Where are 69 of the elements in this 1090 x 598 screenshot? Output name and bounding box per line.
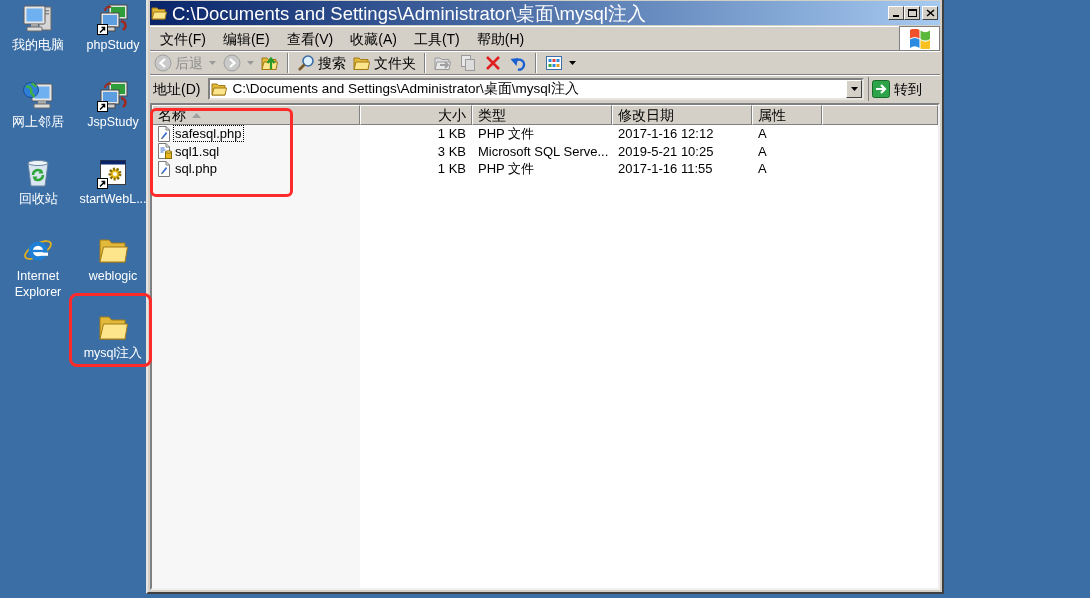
desktop-icon-label[interactable]: JspStudy [87, 114, 139, 130]
folder-icon [151, 5, 167, 21]
document-icon [156, 125, 172, 142]
caret-icon [850, 87, 858, 91]
folder-icon [211, 81, 228, 97]
table-cell-text: 2017-1-16 11:55 [617, 160, 714, 178]
menu-item[interactable]: 编辑(E) [216, 28, 276, 49]
file-name[interactable]: safesql.php [173, 125, 244, 143]
menu-item[interactable]: 收藏(A) [344, 28, 403, 49]
arrow-right-icon [872, 80, 891, 98]
file-name[interactable]: sql.php [173, 160, 219, 178]
globe-monitor-icon[interactable] [22, 80, 54, 112]
menu-item[interactable]: 文件(F) [154, 28, 212, 49]
search-button[interactable]: 搜索 [295, 52, 348, 74]
column-header[interactable]: 大小 [360, 105, 472, 125]
table-cell-text: PHP 文件 [477, 160, 536, 178]
pages-icon [459, 54, 477, 72]
desktop-icon-label[interactable]: 网上邻居 [12, 114, 64, 130]
desktop-icon-label[interactable]: 回收站 [18, 191, 58, 207]
folder-up-arrow-icon [261, 54, 279, 72]
file-name[interactable]: sql1.sql [173, 142, 222, 160]
menu-item[interactable]: 工具(T) [407, 28, 466, 49]
table-cell-text: 1 KB [436, 160, 467, 178]
close-button[interactable] [922, 6, 938, 20]
desktop-icon-label[interactable]: Internet Explorer [1, 268, 75, 300]
table-cell-text: Microsoft SQL Serve... [477, 142, 610, 160]
desktop-icon-label[interactable]: weblogic [88, 268, 138, 284]
close-icon [925, 9, 935, 17]
table-cell-text: A [757, 125, 768, 143]
folder-icon [353, 54, 371, 72]
monitors-icon[interactable] [97, 80, 129, 112]
document-icon [156, 160, 172, 177]
column-header[interactable]: 修改日期 [612, 105, 752, 125]
menu-item[interactable]: 查看(V) [280, 28, 340, 49]
column-header[interactable]: 属性 [752, 105, 822, 125]
table-cell-text: 1 KB [436, 125, 467, 143]
table-cell-text: 3 KB [436, 142, 467, 160]
delete-icon [484, 54, 502, 72]
window-title: C:\Documents and Settings\Administrator\桌面\mysql注入 [172, 2, 646, 24]
go-button[interactable]: 转到 [868, 77, 926, 101]
desktop-icon-label[interactable]: mysql注入 [83, 345, 143, 361]
minimize-button[interactable] [888, 6, 904, 20]
search-icon [297, 54, 315, 72]
table-cell-text: A [757, 160, 768, 178]
computer-icon[interactable] [22, 3, 54, 35]
folder-arrow-icon [434, 54, 452, 72]
menu-item[interactable]: 帮助(H) [470, 28, 531, 49]
caret-icon [209, 61, 216, 65]
grid-icon [545, 54, 563, 72]
desktop-icon-label[interactable]: phpStudy [86, 37, 140, 53]
window-gear-icon[interactable] [97, 157, 129, 189]
monitors-icon[interactable] [97, 3, 129, 35]
caret-icon [247, 61, 254, 65]
folders-button[interactable]: 文件夹 [351, 52, 418, 74]
table-cell-text: A [757, 142, 768, 160]
document-cylinder-icon [156, 143, 172, 160]
table-cell-text: 2017-1-16 12:12 [617, 125, 715, 143]
table-cell-text: PHP 文件 [477, 125, 536, 143]
column-header[interactable]: 类型 [472, 105, 612, 125]
address-label: 地址(D) [153, 79, 201, 99]
desktop-icon-label[interactable]: 我的电脑 [12, 37, 64, 53]
caret-icon [569, 61, 576, 65]
table-cell-text: 2019-5-21 10:25 [617, 142, 715, 160]
dropdown-button[interactable] [846, 80, 863, 98]
maximize-icon [907, 9, 917, 17]
address-field[interactable]: C:\Documents and Settings\Administrator\桌面\mysql注入 [208, 78, 865, 100]
flag-logo-icon [907, 28, 932, 49]
desktop-icon-label[interactable]: startWebL... [79, 191, 147, 207]
maximize-button[interactable] [904, 6, 920, 20]
